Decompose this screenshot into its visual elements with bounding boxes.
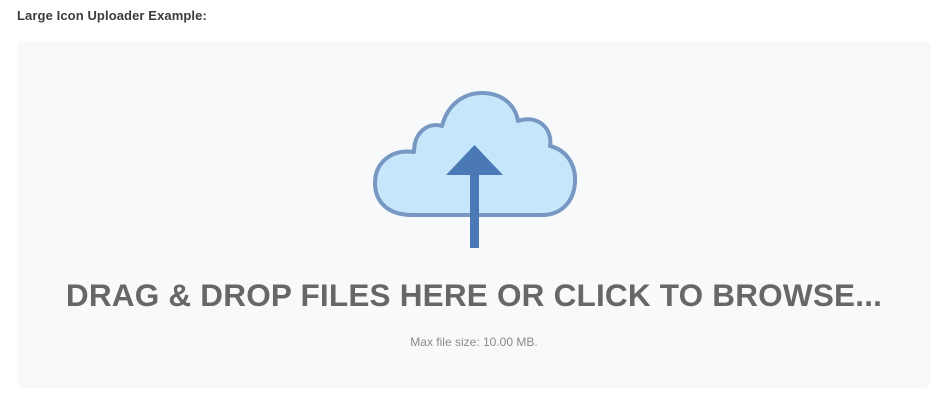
page: Large Icon Uploader Example: DRAG & DROP… — [0, 0, 951, 399]
page-title: Large Icon Uploader Example: — [17, 8, 207, 23]
drop-instructions: DRAG & DROP FILES HERE OR CLICK TO BROWS… — [65, 277, 883, 313]
cloud-upload-icon — [373, 91, 578, 248]
file-dropzone[interactable]: DRAG & DROP FILES HERE OR CLICK TO BROWS… — [17, 41, 931, 388]
arrow-shaft — [470, 172, 479, 248]
max-file-size-label: Max file size: 10.00 MB. — [410, 335, 538, 349]
